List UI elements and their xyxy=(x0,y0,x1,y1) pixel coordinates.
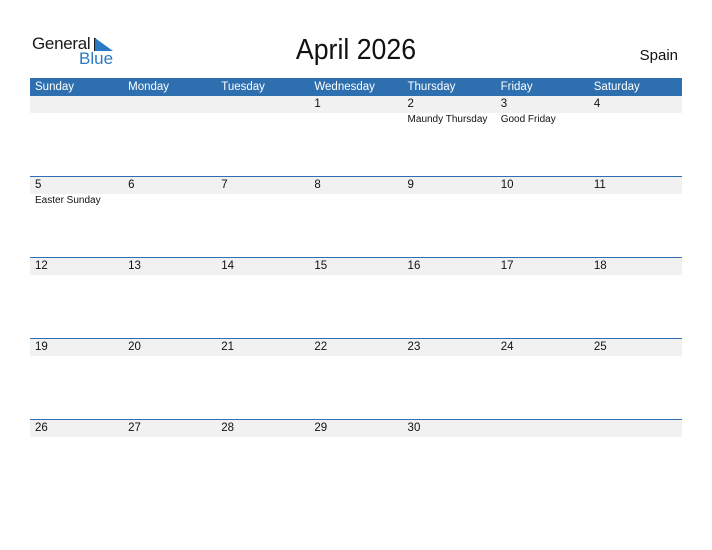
day-cell: 18 xyxy=(589,258,682,339)
day-cell: 14 xyxy=(216,258,309,339)
day-cell xyxy=(123,96,216,177)
day-number: 21 xyxy=(221,341,235,353)
holiday-label: Maundy Thursday xyxy=(407,114,488,125)
day-number: 29 xyxy=(314,422,328,434)
weekday-header: Sunday Monday Tuesday Wednesday Thursday… xyxy=(30,78,682,96)
day-number: 23 xyxy=(407,341,421,353)
day-number: 27 xyxy=(128,422,141,434)
day-cell: 23 xyxy=(403,339,496,420)
day-cell: 3 Good Friday xyxy=(496,96,589,177)
day-cell: 9 xyxy=(403,177,496,258)
weekday-friday: Friday xyxy=(500,81,533,93)
day-cell: 5 Easter Sunday xyxy=(30,177,123,258)
calendar-title: April 2026 xyxy=(295,34,417,66)
day-number: 2 xyxy=(407,98,414,110)
day-number: 13 xyxy=(128,260,141,272)
day-cell: 17 xyxy=(496,258,589,339)
holiday-label: Good Friday xyxy=(500,114,556,125)
day-cell: 21 xyxy=(216,339,309,420)
day-cell: 4 xyxy=(589,96,682,177)
week-row: 5 Easter Sunday 6 7 8 9 10 11 xyxy=(30,176,682,258)
day-cell: 22 xyxy=(309,339,402,420)
day-cell: 2 Maundy Thursday xyxy=(403,96,496,177)
day-cell: 27 xyxy=(123,420,216,501)
day-number: 11 xyxy=(593,179,606,191)
week-row: 12 13 14 15 16 17 18 xyxy=(30,257,682,339)
day-cell: 25 xyxy=(589,339,682,420)
day-number: 8 xyxy=(314,179,321,191)
day-number: 14 xyxy=(221,260,235,272)
day-cell: 29 xyxy=(309,420,402,501)
day-number: 30 xyxy=(407,422,421,434)
weekday-thursday: Thursday xyxy=(407,81,456,93)
day-cell xyxy=(216,96,309,177)
day-cell: 13 xyxy=(123,258,216,339)
day-cell: 6 xyxy=(123,177,216,258)
weekday-tuesday: Tuesday xyxy=(221,81,265,93)
day-number: 26 xyxy=(35,422,48,434)
weekday-monday: Monday xyxy=(128,81,170,93)
day-cell: 1 xyxy=(309,96,402,177)
day-cell: 15 xyxy=(309,258,402,339)
weekday-wednesday: Wednesday xyxy=(314,81,375,93)
day-cell: 8 xyxy=(309,177,402,258)
day-cell: 10 xyxy=(496,177,589,258)
holiday-label: Easter Sunday xyxy=(35,195,101,206)
day-cell: 12 xyxy=(30,258,123,339)
day-cell: 19 xyxy=(30,339,123,420)
day-number: 12 xyxy=(35,260,48,272)
day-number: 4 xyxy=(593,98,601,110)
day-number: 28 xyxy=(221,422,235,434)
day-number: 10 xyxy=(500,179,514,191)
day-number: 3 xyxy=(500,98,508,110)
day-number: 22 xyxy=(314,341,328,353)
day-cell xyxy=(589,420,682,501)
day-cell xyxy=(30,96,123,177)
week-row: 1 2 Maundy Thursday 3 Good Friday 4 xyxy=(30,96,682,177)
day-cell: 28 xyxy=(216,420,309,501)
day-number: 24 xyxy=(500,341,514,353)
country-label: Spain xyxy=(639,47,678,64)
day-number: 19 xyxy=(35,341,48,353)
day-number: 5 xyxy=(35,179,42,191)
day-number: 25 xyxy=(593,341,607,353)
day-cell: 20 xyxy=(123,339,216,420)
week-row: 26 27 28 29 30 xyxy=(30,419,682,501)
day-number: 9 xyxy=(407,179,414,191)
day-number: 15 xyxy=(314,260,328,272)
day-number: 16 xyxy=(407,260,421,272)
day-number: 7 xyxy=(221,179,228,191)
day-number: 18 xyxy=(593,260,607,272)
weekday-sunday: Sunday xyxy=(35,81,75,93)
day-number: 20 xyxy=(128,341,141,353)
day-cell: 7 xyxy=(216,177,309,258)
week-row: 19 20 21 22 23 24 25 xyxy=(30,338,682,420)
day-number: 6 xyxy=(128,179,135,191)
day-number: 17 xyxy=(500,260,514,272)
weekday-saturday: Saturday xyxy=(593,81,640,93)
day-cell xyxy=(496,420,589,501)
day-cell: 30 xyxy=(403,420,496,501)
day-cell: 26 xyxy=(30,420,123,501)
day-cell: 11 xyxy=(589,177,682,258)
day-cell: 24 xyxy=(496,339,589,420)
day-cell: 16 xyxy=(403,258,496,339)
day-number: 1 xyxy=(314,98,321,110)
